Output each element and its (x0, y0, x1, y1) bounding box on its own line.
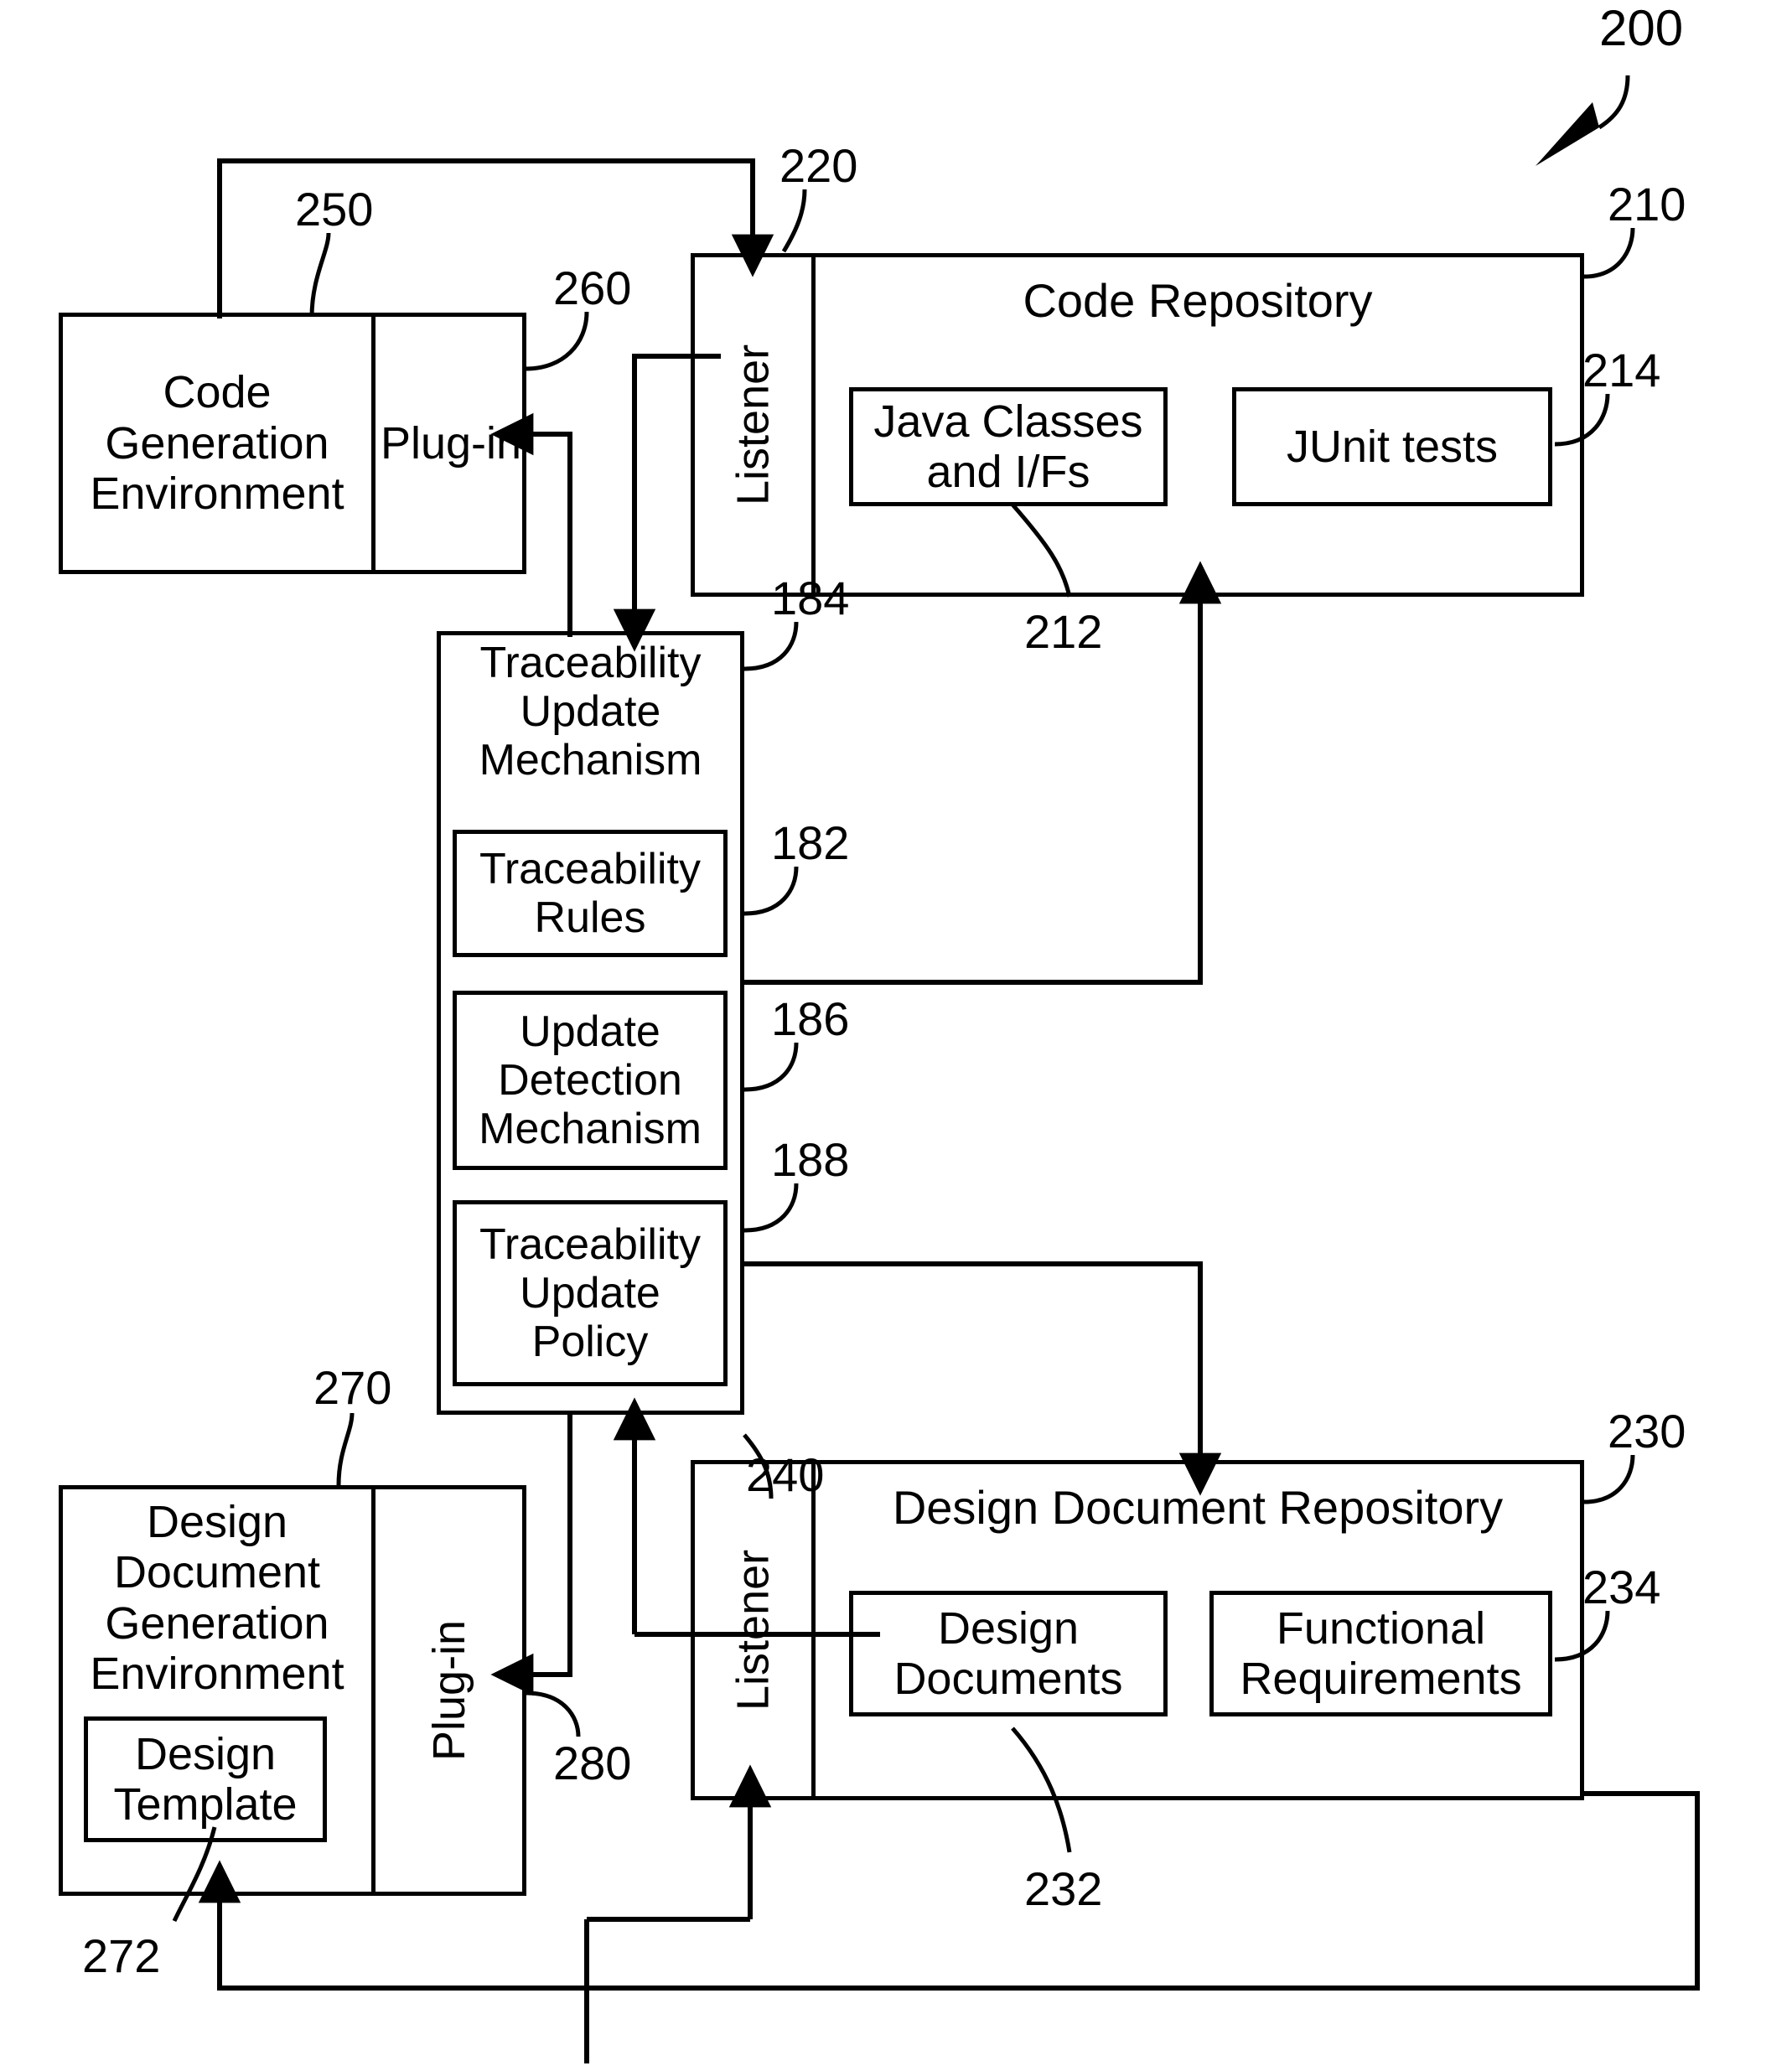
ref-270: 270 (313, 1361, 392, 1414)
leader-250 (309, 232, 331, 318)
design-plugin-label: Plug-in (423, 1619, 474, 1762)
design-document-repository-title: Design Document Repository (892, 1481, 1504, 1534)
leader-220 (781, 189, 807, 253)
ref-214: 214 (1582, 344, 1661, 396)
ref-232: 232 (1024, 1862, 1103, 1915)
arrow-policy-to-design-repo (744, 1261, 1222, 1496)
junit-tests-label: JUnit tests (1286, 421, 1499, 472)
ref-230: 230 (1608, 1405, 1686, 1457)
ref-272: 272 (82, 1929, 161, 1982)
traceability-update-mechanism-label: Traceability Update Mechanism (479, 639, 702, 785)
update-detection-mechanism-label: Update Detection Mechanism (479, 1007, 702, 1154)
leader-188 (743, 1183, 799, 1233)
code-generation-environment-label: Code Generation Environment (90, 367, 344, 520)
functional-requirements-label: Functional Requirements (1240, 1602, 1522, 1704)
ref-220: 220 (779, 139, 858, 192)
design-listener-label: Listener (728, 1549, 779, 1711)
ref-280: 280 (553, 1737, 632, 1789)
ref-182: 182 (771, 816, 850, 869)
leader-260 (526, 311, 589, 371)
figure-200-diagram: Code Generation Environment Plug-in List… (0, 0, 1792, 2071)
leader-230 (1583, 1454, 1635, 1504)
ref-200: 200 (1599, 0, 1684, 56)
ref-184: 184 (771, 572, 850, 624)
traceability-update-policy-label: Traceability Update Policy (479, 1219, 701, 1367)
arrow-tum-to-design-plugin (490, 1415, 572, 1696)
leader-182 (743, 866, 799, 916)
code-listener-label: Listener (728, 344, 779, 506)
ref-240: 240 (746, 1448, 825, 1501)
leader-270 (336, 1412, 355, 1486)
design-template-label: Design Template (113, 1728, 298, 1830)
leader-280 (526, 1690, 581, 1737)
leader-186 (743, 1042, 799, 1092)
ref-186: 186 (771, 992, 850, 1045)
leader-200 (1598, 75, 1630, 130)
leader-210 (1583, 227, 1635, 279)
ref-210: 210 (1608, 178, 1686, 230)
java-classes-label: Java Classes and I/Fs (873, 396, 1143, 497)
figure-arrowhead-200 (1536, 102, 1599, 166)
code-plugin-vertical-text (379, 319, 523, 567)
traceability-rules-label: Traceability Rules (479, 844, 701, 942)
ref-212: 212 (1024, 605, 1103, 658)
ref-260: 260 (553, 261, 632, 314)
arrow-tum-to-code-plugin (490, 412, 572, 637)
arrow-rules-to-code-repo (744, 561, 1222, 985)
ref-250: 250 (295, 183, 374, 236)
code-repository-title: Code Repository (1023, 274, 1373, 327)
design-documents-label: Design Documents (893, 1602, 1123, 1704)
ref-188: 188 (771, 1133, 850, 1186)
leader-184 (743, 621, 799, 671)
ref-234: 234 (1582, 1561, 1661, 1613)
design-document-generation-environment-label: Design Document Generation Environment (90, 1497, 344, 1700)
